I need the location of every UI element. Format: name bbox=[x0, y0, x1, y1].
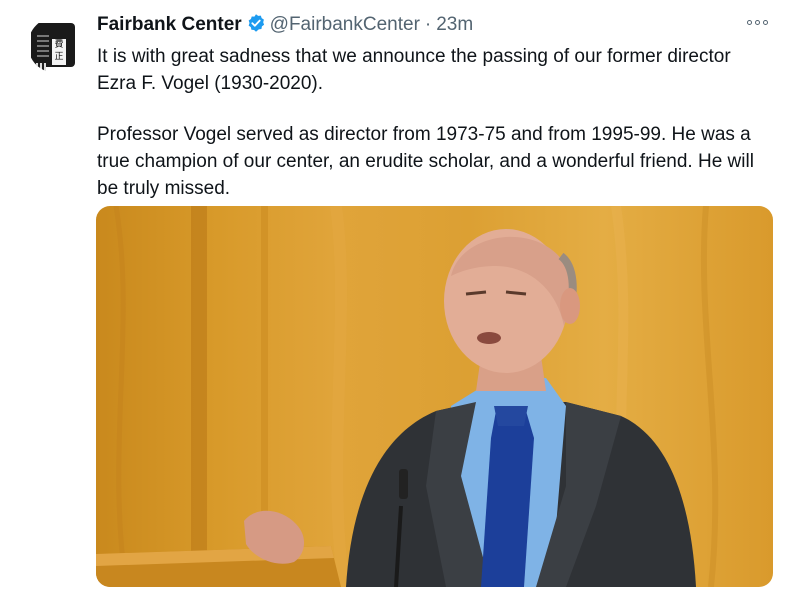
avatar[interactable]: 費正 bbox=[28, 17, 84, 73]
avatar-seal: 費正 bbox=[52, 39, 66, 65]
photo-illustration bbox=[96, 206, 719, 587]
timestamp[interactable]: 23m bbox=[436, 14, 473, 35]
tweet-header: Fairbank Center @FairbankCenter · 23m bbox=[97, 13, 473, 37]
avatar-qr-mark bbox=[36, 63, 46, 73]
author-handle[interactable]: @FairbankCenter bbox=[270, 14, 420, 35]
avatar-text-lines bbox=[37, 35, 49, 65]
tweet-paragraph: It is with great sadness that we announc… bbox=[97, 46, 731, 94]
more-options-icon[interactable] bbox=[747, 14, 775, 30]
author-name[interactable]: Fairbank Center bbox=[97, 14, 242, 35]
tweet[interactable]: 費正 Fairbank Center @FairbankCenter · 23m I… bbox=[0, 0, 787, 595]
tweet-photo[interactable] bbox=[96, 206, 773, 587]
avatar-logo: 費正 bbox=[31, 23, 75, 73]
tweet-paragraph: Professor Vogel served as director from … bbox=[97, 124, 754, 199]
separator-dot: · bbox=[424, 14, 432, 35]
verified-badge-icon bbox=[248, 14, 264, 32]
tweet-text: It is with great sadness that we announc… bbox=[97, 43, 767, 202]
